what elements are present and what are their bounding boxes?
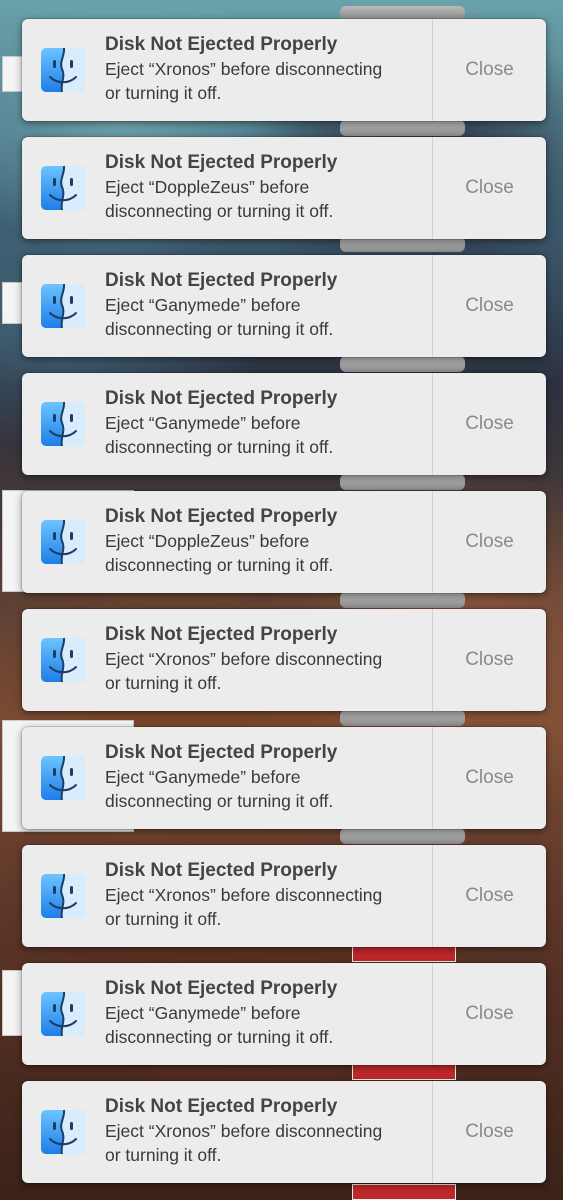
- notification-message-line-1: Eject “DoppleZeus” before: [105, 531, 310, 551]
- finder-icon: [41, 755, 85, 801]
- notification-message-line-1: Eject “Xronos” before disconnecting: [105, 885, 383, 905]
- notification-message-line-1: Eject “Ganymede” before: [105, 295, 301, 315]
- notification-message-line-1: Eject “Ganymede” before: [105, 767, 301, 787]
- notification-banner[interactable]: Disk Not Ejected Properly Eject “DoppleZ…: [22, 137, 546, 239]
- notification-message-line-2: disconnecting or turning it off.: [105, 437, 334, 457]
- notification-message-line-2: or turning it off.: [105, 83, 222, 103]
- finder-icon: [41, 401, 85, 447]
- notification-title: Disk Not Ejected Properly: [105, 152, 338, 173]
- notification-title: Disk Not Ejected Properly: [105, 388, 338, 409]
- notification-banner[interactable]: Disk Not Ejected Properly Eject “Xronos”…: [22, 19, 546, 121]
- notification-message-line-1: Eject “DoppleZeus” before: [105, 177, 310, 197]
- notification-message-line-2: disconnecting or turning it off.: [105, 791, 334, 811]
- notification-message-line-1: Eject “Ganymede” before: [105, 1003, 301, 1023]
- notification-banner[interactable]: Disk Not Ejected Properly Eject “Xronos”…: [22, 609, 546, 711]
- notification-message-line-1: Eject “Xronos” before disconnecting: [105, 1121, 383, 1141]
- close-button[interactable]: Close: [433, 137, 546, 239]
- close-button[interactable]: Close: [433, 963, 546, 1065]
- finder-icon: [41, 637, 85, 683]
- notification-message-line-2: disconnecting or turning it off.: [105, 555, 334, 575]
- notification-banner[interactable]: Disk Not Ejected Properly Eject “Xronos”…: [22, 845, 546, 947]
- notification-banner[interactable]: Disk Not Ejected Properly Eject “Ganymed…: [22, 963, 546, 1065]
- close-button[interactable]: Close: [433, 1081, 546, 1183]
- close-button[interactable]: Close: [433, 373, 546, 475]
- notification-text: Disk Not Ejected Properly Eject “Ganymed…: [105, 387, 430, 459]
- notification-text: Disk Not Ejected Properly Eject “Xronos”…: [105, 33, 430, 105]
- notification-stack: Disk Not Ejected Properly Eject “Xronos”…: [0, 0, 563, 1200]
- notification-title: Disk Not Ejected Properly: [105, 624, 338, 645]
- notification-message-line-2: or turning it off.: [105, 1145, 222, 1165]
- close-button[interactable]: Close: [433, 727, 546, 829]
- finder-icon: [41, 1109, 85, 1155]
- notification-banner[interactable]: Disk Not Ejected Properly Eject “Ganymed…: [22, 373, 546, 475]
- close-button[interactable]: Close: [433, 845, 546, 947]
- notification-message-line-2: or turning it off.: [105, 909, 222, 929]
- notification-text: Disk Not Ejected Properly Eject “DoppleZ…: [105, 505, 430, 577]
- notification-banner[interactable]: Disk Not Ejected Properly Eject “Ganymed…: [22, 727, 546, 829]
- notification-message-line-1: Eject “Xronos” before disconnecting: [105, 649, 383, 669]
- notification-text: Disk Not Ejected Properly Eject “Ganymed…: [105, 977, 430, 1049]
- notification-title: Disk Not Ejected Properly: [105, 34, 338, 55]
- notification-text: Disk Not Ejected Properly Eject “Ganymed…: [105, 741, 430, 813]
- finder-icon: [41, 283, 85, 329]
- notification-text: Disk Not Ejected Properly Eject “Xronos”…: [105, 859, 430, 931]
- notification-message-line-2: or turning it off.: [105, 673, 222, 693]
- notification-banner[interactable]: Disk Not Ejected Properly Eject “DoppleZ…: [22, 491, 546, 593]
- finder-icon: [41, 165, 85, 211]
- close-button[interactable]: Close: [433, 491, 546, 593]
- notification-message-line-2: disconnecting or turning it off.: [105, 1027, 334, 1047]
- notification-title: Disk Not Ejected Properly: [105, 1096, 338, 1117]
- notification-banner[interactable]: Disk Not Ejected Properly Eject “Ganymed…: [22, 255, 546, 357]
- notification-text: Disk Not Ejected Properly Eject “Xronos”…: [105, 1095, 430, 1167]
- finder-icon: [41, 991, 85, 1037]
- notification-message-line-2: disconnecting or turning it off.: [105, 201, 334, 221]
- notification-title: Disk Not Ejected Properly: [105, 506, 338, 527]
- notification-title: Disk Not Ejected Properly: [105, 742, 338, 763]
- notification-text: Disk Not Ejected Properly Eject “Ganymed…: [105, 269, 430, 341]
- notification-title: Disk Not Ejected Properly: [105, 978, 338, 999]
- notification-message-line-2: disconnecting or turning it off.: [105, 319, 334, 339]
- notification-message-line-1: Eject “Xronos” before disconnecting: [105, 59, 383, 79]
- notification-text: Disk Not Ejected Properly Eject “Xronos”…: [105, 623, 430, 695]
- finder-icon: [41, 873, 85, 919]
- close-button[interactable]: Close: [433, 609, 546, 711]
- close-button[interactable]: Close: [433, 255, 546, 357]
- finder-icon: [41, 519, 85, 565]
- notification-text: Disk Not Ejected Properly Eject “DoppleZ…: [105, 151, 430, 223]
- close-button[interactable]: Close: [433, 19, 546, 121]
- notification-banner[interactable]: Disk Not Ejected Properly Eject “Xronos”…: [22, 1081, 546, 1183]
- finder-icon: [41, 47, 85, 93]
- notification-title: Disk Not Ejected Properly: [105, 270, 338, 291]
- notification-message-line-1: Eject “Ganymede” before: [105, 413, 301, 433]
- notification-title: Disk Not Ejected Properly: [105, 860, 338, 881]
